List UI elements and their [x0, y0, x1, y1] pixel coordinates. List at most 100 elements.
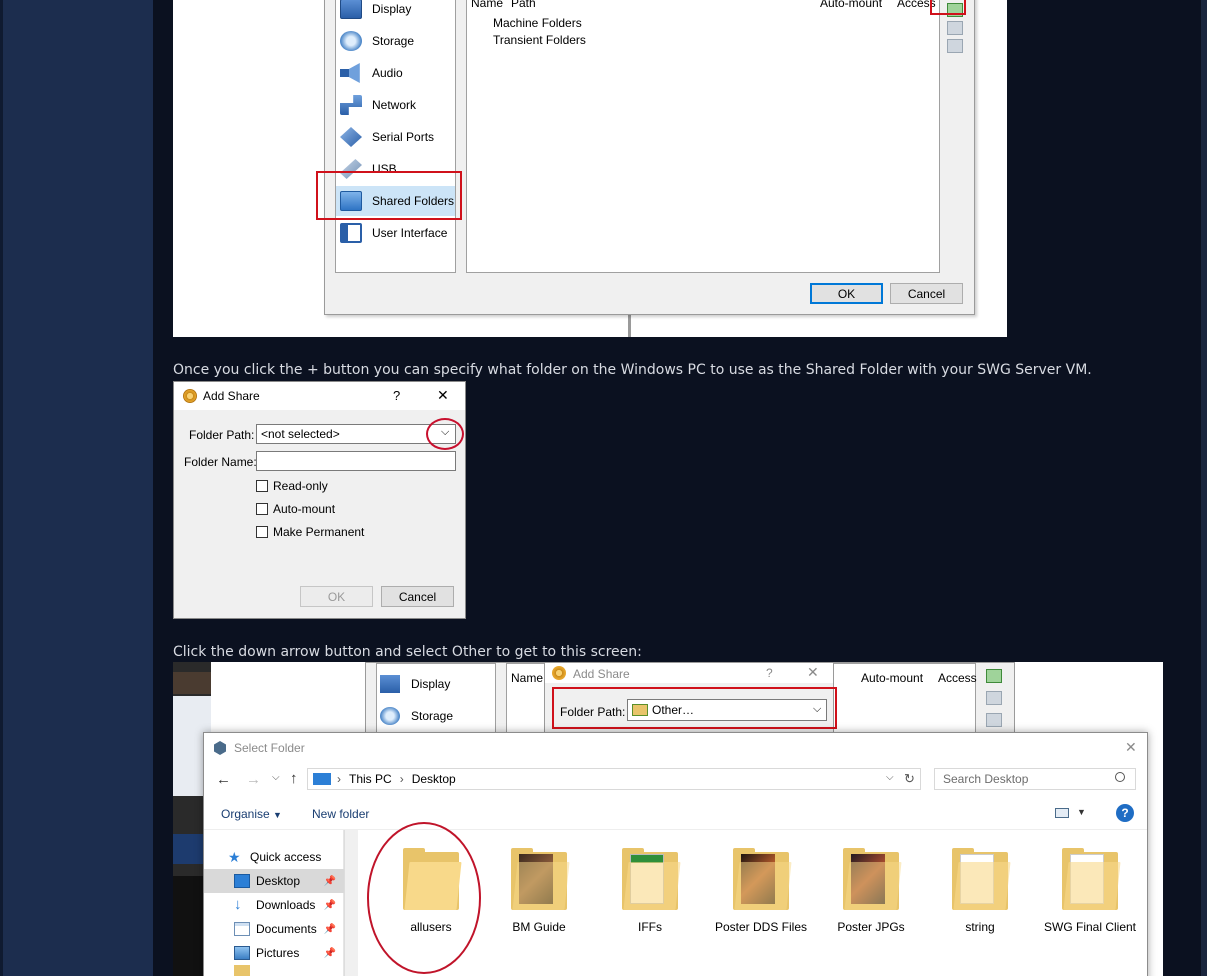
- folder-label: Poster DDS Files: [714, 920, 808, 934]
- highlight-add-button: [930, 0, 966, 15]
- address-dropdown-icon[interactable]: ⌵: [886, 772, 894, 783]
- sidebar-item-storage[interactable]: Storage: [336, 26, 455, 56]
- breadcrumb-this-pc[interactable]: This PC: [349, 772, 392, 786]
- search-icon[interactable]: [1115, 772, 1125, 782]
- nav-pictures[interactable]: Pictures 📌: [204, 941, 344, 965]
- sidebar-item-user-interface[interactable]: User Interface: [336, 218, 455, 248]
- sidebar-item-serial-ports[interactable]: Serial Ports: [336, 122, 455, 152]
- sidebar-item-audio[interactable]: Audio: [336, 58, 455, 88]
- nav-scrollbar[interactable]: [344, 830, 358, 976]
- cancel-button[interactable]: Cancel: [890, 283, 963, 304]
- storage-icon: [380, 707, 400, 725]
- folder-bm-guide[interactable]: BM Guide: [484, 848, 594, 934]
- sidebar-item-storage[interactable]: Storage: [411, 709, 453, 723]
- select-folder-screenshot: Display Storage Name Auto-mount Access A…: [173, 662, 1163, 976]
- folder-icon: [733, 848, 792, 910]
- dialog-title: Add Share: [573, 667, 630, 681]
- desktop-icon: [234, 874, 250, 888]
- nav-label: Pictures: [256, 946, 300, 960]
- scrollbar[interactable]: [1201, 0, 1207, 976]
- caption-down-arrow: Click the down arrow button and select O…: [173, 644, 642, 660]
- checkbox-label: Make Permanent: [273, 525, 365, 539]
- help-button[interactable]: ?: [766, 666, 773, 680]
- nav-downloads[interactable]: ↓ Downloads 📌: [204, 893, 344, 917]
- close-button[interactable]: ✕: [437, 387, 449, 404]
- highlight-dropdown-arrow: [426, 418, 464, 450]
- make-permanent-checkbox[interactable]: Make Permanent: [256, 525, 364, 539]
- settings-screenshot: Display Storage Audio Network Serial Por…: [173, 0, 1007, 337]
- pin-icon[interactable]: 📌: [324, 900, 336, 911]
- folder-name-input[interactable]: [256, 451, 456, 471]
- highlight-allusers: [367, 822, 481, 974]
- edit-folder-icon[interactable]: [986, 691, 1002, 705]
- remove-folder-icon[interactable]: [986, 713, 1002, 727]
- shared-folders-list[interactable]: Name Path Auto-mount Access Machine Fold…: [466, 0, 940, 273]
- auto-mount-checkbox[interactable]: Auto-mount: [256, 502, 335, 516]
- help-icon[interactable]: ?: [1116, 804, 1134, 822]
- back-arrow-icon[interactable]: ←: [216, 771, 231, 788]
- navigation-pane: ★ Quick access Desktop 📌 ↓ Downloads 📌 D…: [204, 830, 358, 976]
- left-rail: [0, 0, 153, 976]
- close-icon[interactable]: ✕: [807, 664, 819, 681]
- column-header-name[interactable]: Name: [511, 671, 543, 685]
- up-arrow-icon[interactable]: ↑: [290, 770, 298, 787]
- folder-swg-final-client[interactable]: SWG Final Client: [1035, 848, 1145, 934]
- search-input[interactable]: Search Desktop: [934, 768, 1136, 790]
- new-folder-button[interactable]: New folder: [312, 807, 369, 821]
- recent-locations-icon[interactable]: ⌵: [272, 772, 280, 783]
- organise-button[interactable]: Organise ▼: [221, 807, 282, 821]
- nav-quick-access[interactable]: ★ Quick access: [204, 845, 344, 869]
- address-toolbar: ← → ⌵ ↑ › This PC › Desktop ⌵ ↻ Search D…: [204, 763, 1147, 797]
- remove-folder-icon[interactable]: [947, 39, 963, 53]
- breadcrumb-desktop[interactable]: Desktop: [412, 772, 456, 786]
- folder-poster-jpgs[interactable]: Poster JPGs: [816, 848, 926, 934]
- star-icon: ★: [228, 849, 241, 865]
- nav-documents[interactable]: Documents 📌: [204, 917, 344, 941]
- ok-button[interactable]: OK: [300, 586, 373, 607]
- column-header-name[interactable]: Name: [471, 0, 503, 10]
- forward-arrow-icon[interactable]: →: [246, 771, 261, 788]
- folder-string[interactable]: string: [925, 848, 1035, 934]
- add-folder-icon[interactable]: [986, 669, 1002, 683]
- serial-ports-icon: [340, 127, 362, 147]
- settings-dialog: Display Storage Audio Network Serial Por…: [316, 0, 975, 315]
- pin-icon[interactable]: 📌: [324, 876, 336, 887]
- refresh-icon[interactable]: ↻: [904, 771, 915, 787]
- column-header-auto-mount[interactable]: Auto-mount: [820, 0, 882, 10]
- nav-label: Documents: [256, 922, 317, 936]
- column-header-path[interactable]: Path: [511, 0, 536, 10]
- nav-label: Downloads: [256, 898, 316, 912]
- column-header-auto-mount[interactable]: Auto-mount: [861, 671, 923, 685]
- read-only-checkbox[interactable]: Read-only: [256, 479, 328, 493]
- folder-name-label: Folder Name:: [184, 455, 257, 469]
- edit-folder-icon[interactable]: [947, 21, 963, 35]
- view-options-icon[interactable]: [1055, 808, 1069, 818]
- sidebar-item-display[interactable]: Display: [336, 0, 455, 24]
- close-icon[interactable]: ✕: [1125, 739, 1137, 756]
- pin-icon[interactable]: 📌: [324, 948, 336, 959]
- column-header-access[interactable]: Access: [938, 671, 977, 685]
- settings-sidebar: Display Storage Audio Network Serial Por…: [335, 0, 456, 273]
- sidebar-item-label: User Interface: [372, 226, 448, 240]
- add-share-titlebar: Add Share ? ✕: [174, 382, 465, 410]
- nav-desktop[interactable]: Desktop 📌: [204, 869, 344, 893]
- sidebar-item-display[interactable]: Display: [411, 677, 450, 691]
- pin-icon[interactable]: 📌: [324, 924, 336, 935]
- add-share-dialog: Add Share ? ✕ Folder Path: <not selected…: [173, 381, 466, 619]
- pictures-icon: [234, 946, 250, 960]
- help-button[interactable]: ?: [393, 388, 400, 403]
- sidebar-item-label: Storage: [372, 34, 415, 48]
- folder-icon: [622, 848, 681, 910]
- folder-poster-dds-files[interactable]: Poster DDS Files: [706, 848, 816, 934]
- folder-path-label: Folder Path:: [189, 428, 255, 442]
- address-bar[interactable]: › This PC › Desktop ⌵ ↻: [307, 768, 921, 790]
- tree-item-transient-folders[interactable]: Transient Folders: [493, 33, 586, 47]
- view-dropdown-icon[interactable]: ▼: [1077, 807, 1086, 817]
- cancel-button[interactable]: Cancel: [381, 586, 454, 607]
- caret-down-icon: ▼: [273, 810, 282, 820]
- tree-item-machine-folders[interactable]: Machine Folders: [493, 16, 582, 30]
- sidebar-item-network[interactable]: Network: [336, 90, 455, 120]
- virtualbox-icon: [214, 741, 226, 755]
- folder-iffs[interactable]: IFFs: [595, 848, 705, 934]
- ok-button[interactable]: OK: [810, 283, 883, 304]
